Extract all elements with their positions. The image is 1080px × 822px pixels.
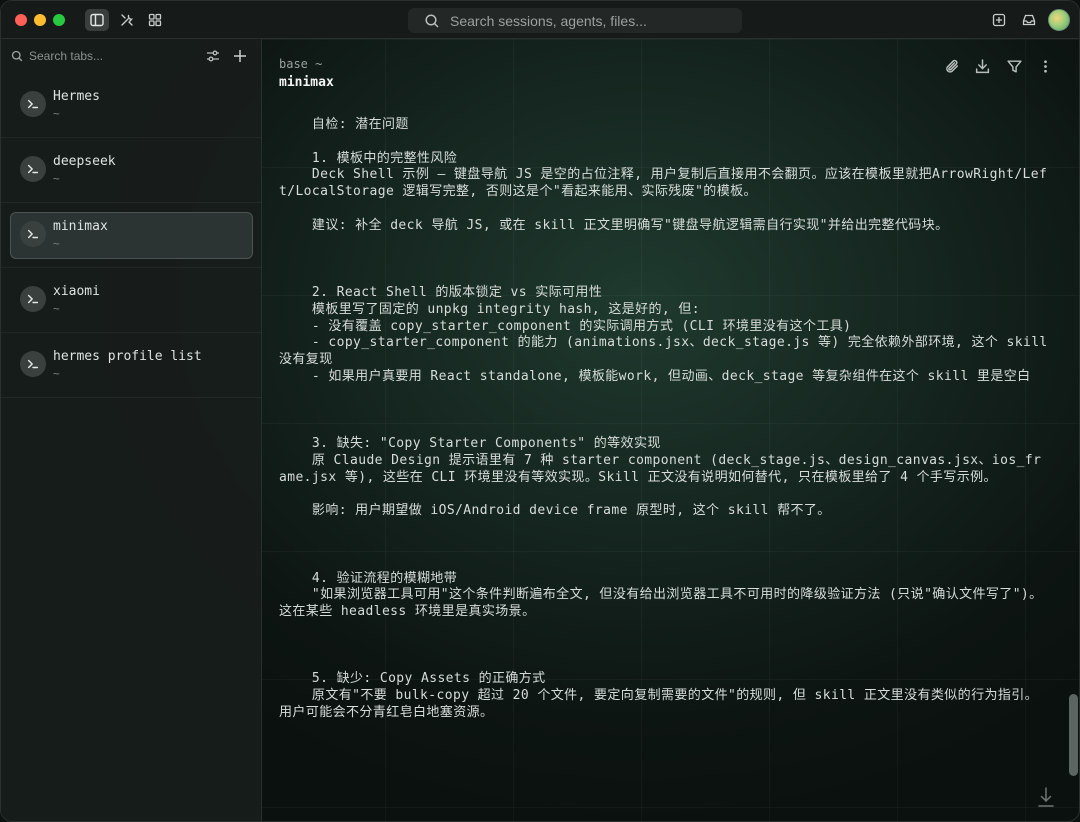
scrollbar-thumb[interactable]	[1069, 694, 1078, 776]
tab-title: minimax	[53, 219, 108, 234]
selection-highlight	[10, 212, 253, 259]
app-window: Hermes ~ deepseek ~ minimax ~ xiaomi ~	[0, 0, 1080, 822]
tools-icon	[121, 14, 134, 26]
terminal-icon	[20, 91, 46, 117]
more-vertical-icon	[1043, 59, 1047, 73]
filter-icon	[1006, 59, 1022, 73]
zoom-window-button[interactable]	[53, 14, 65, 26]
grid-icon	[148, 13, 162, 27]
more-options-button[interactable]	[1034, 55, 1056, 77]
assistant-message: 自检: 潜在问题 1. 模板中的完整性风险 Deck Shell 示例 — 键盘…	[279, 117, 1048, 720]
sidebar-item-xiaomi[interactable]: xiaomi ~	[1, 268, 262, 333]
global-search-input[interactable]	[450, 12, 730, 29]
tab-subtitle: ~	[53, 367, 60, 380]
tab-subtitle: ~	[53, 302, 60, 315]
new-tab-button[interactable]	[231, 47, 249, 65]
grid-view-button[interactable]	[143, 9, 167, 31]
tab-title: deepseek	[53, 154, 116, 169]
minimize-window-button[interactable]	[34, 14, 46, 26]
terminal-icon	[20, 286, 46, 312]
search-icon	[425, 13, 439, 28]
sidebar-item-deepseek[interactable]: deepseek ~	[1, 138, 262, 203]
sidebar: Hermes ~ deepseek ~ minimax ~ xiaomi ~	[1, 39, 262, 821]
tab-title: hermes profile list	[53, 349, 202, 364]
filter-tabs-button[interactable]	[204, 47, 222, 65]
sidebar-item-hermes[interactable]: Hermes ~	[1, 73, 262, 138]
new-window-button[interactable]	[987, 9, 1011, 31]
session-header: base ~ minimax	[263, 39, 1079, 109]
close-window-button[interactable]	[15, 14, 27, 26]
tab-subtitle: ~	[53, 107, 60, 120]
breadcrumb: base ~	[279, 57, 323, 71]
plus-icon	[234, 50, 246, 62]
tab-search[interactable]	[1, 39, 262, 73]
terminal-icon	[20, 221, 46, 247]
tab-title: Hermes	[53, 89, 100, 104]
inbox-icon	[1022, 14, 1036, 26]
tab-subtitle: ~	[53, 172, 60, 185]
tab-subtitle: ~	[53, 237, 60, 250]
search-icon	[11, 50, 23, 62]
sidebar-item-hermes-profile-list[interactable]: hermes profile list ~	[1, 333, 262, 398]
download-icon	[975, 58, 989, 73]
title-bar	[1, 1, 1079, 39]
terminal-icon	[20, 156, 46, 182]
arrow-down-to-line-icon	[1038, 787, 1054, 807]
message-panel: 自检: 潜在问题 1. 模板中的完整性风险 Deck Shell 示例 — 键盘…	[263, 109, 1063, 821]
inbox-button[interactable]	[1017, 9, 1041, 31]
new-window-icon	[992, 13, 1006, 27]
sidebar-toggle-button[interactable]	[85, 9, 109, 31]
sidebar-toggle-icon	[90, 13, 104, 27]
sidebar-item-minimax[interactable]: minimax ~	[1, 203, 262, 268]
tab-search-input[interactable]	[29, 49, 179, 63]
global-search[interactable]	[408, 8, 742, 33]
terminal-icon	[20, 351, 46, 377]
filter-button[interactable]	[1003, 55, 1025, 77]
tab-title: xiaomi	[53, 284, 100, 299]
download-button[interactable]	[971, 55, 993, 77]
paperclip-icon	[945, 59, 958, 73]
attach-button[interactable]	[941, 55, 963, 77]
avatar[interactable]	[1048, 9, 1070, 31]
page-title: minimax	[279, 75, 334, 90]
scroll-to-bottom-button[interactable]	[1035, 784, 1057, 810]
sliders-icon	[207, 50, 219, 62]
tools-button[interactable]	[115, 9, 139, 31]
